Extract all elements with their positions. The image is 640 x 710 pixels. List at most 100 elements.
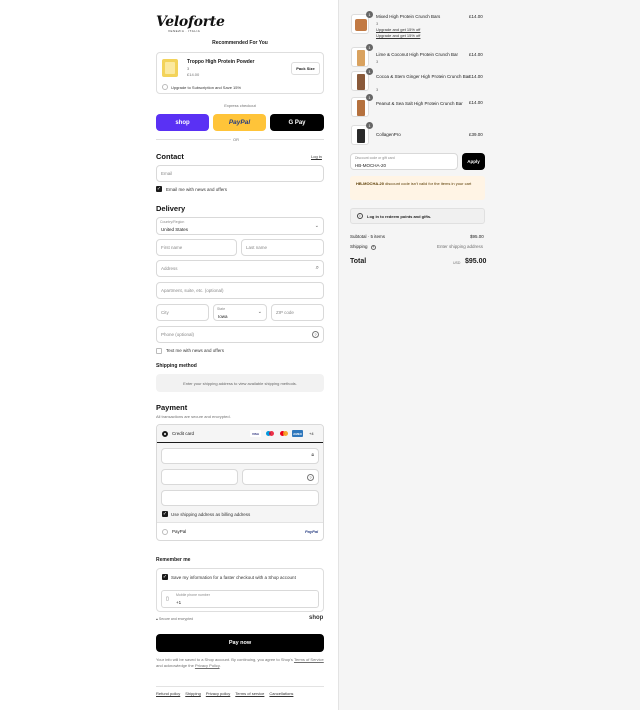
recommended-product-price: £14.00 [187, 72, 200, 77]
cart-item-price: £14.00 [469, 74, 483, 79]
secure-text: Secure and encrypted [158, 617, 194, 621]
card-fields-area: 🔒︎ ? [157, 443, 323, 507]
billing-address-row: ✓ Use shipping address as billing addres… [157, 507, 323, 523]
security-code-field[interactable]: ? [242, 469, 319, 485]
subscribe-checkbox[interactable] [162, 84, 168, 90]
cart-item-price: £39.00 [469, 132, 483, 137]
help-icon[interactable]: ? [307, 474, 314, 481]
paypal-logo: PayPal [305, 529, 319, 534]
pay-now-button[interactable]: Pay now [156, 634, 324, 652]
help-icon[interactable]: ? [370, 245, 376, 250]
terms-link[interactable]: Terms of Service [294, 657, 324, 662]
billing-same-label: Use shipping address as billing address [171, 512, 251, 517]
more-cards-badge: +4 [309, 431, 314, 436]
email-news-checkbox[interactable]: ✓ [156, 186, 162, 192]
privacy-policy-link[interactable]: Privacy policy [206, 691, 230, 696]
last-name-field[interactable]: Last name [241, 239, 324, 256]
billing-same-checkbox[interactable]: ✓ [162, 511, 168, 517]
text-news-checkbox[interactable] [156, 348, 162, 354]
shipping-label: Shipping ? [350, 244, 376, 250]
legal-intro: Your info will be saved to a Shop accoun… [156, 657, 293, 662]
divider [156, 139, 231, 140]
upgrade-link[interactable]: Upgrade and get 15% off [376, 27, 420, 32]
maestro-icon [264, 430, 275, 437]
cart-item-variant: 3 [376, 21, 379, 26]
cart-item-variant: 3 [376, 59, 379, 64]
shipping-method-heading: Shipping method [156, 363, 197, 369]
shipping-notice: Enter your shipping address to view avai… [156, 374, 324, 392]
email-field[interactable]: Email [156, 165, 324, 182]
mastercard-icon [278, 430, 289, 437]
cart-item-name: Mixed High Protein Crunch Bars [376, 14, 441, 19]
state-value: Iowa [218, 314, 228, 319]
checkout-form-panel: Veloforte VENEZIA · ITALIA Recommended F… [0, 0, 338, 710]
help-icon[interactable]: ? [312, 331, 319, 338]
shop-pay-button[interactable]: shop [156, 114, 209, 131]
address-placeholder: Address [161, 266, 178, 271]
credit-card-radio[interactable] [162, 431, 168, 437]
cancellations-link[interactable]: Cancellations [269, 691, 293, 696]
paypal-label: PayPal [172, 529, 187, 534]
info-icon: i [357, 213, 363, 219]
zip-field[interactable]: ZIP code [271, 304, 324, 321]
divider [249, 139, 324, 140]
total-label: Total [350, 258, 367, 265]
save-info-checkbox[interactable]: ✓ [162, 574, 168, 580]
delivery-heading: Delivery [156, 204, 186, 213]
privacy-link[interactable]: Privacy Policy [195, 663, 220, 668]
country-label: Country/Region [160, 220, 185, 224]
payment-options: Credit card VISA AMEX +4 🔒︎ ? ✓ Use ship… [156, 424, 324, 541]
login-points-banner[interactable]: i Log in to redeem points and gifts. [350, 208, 485, 224]
shipping-policy-link[interactable]: Shipping [185, 691, 201, 696]
mobile-phone-field[interactable]: ▯ Mobile phone number +1 [161, 590, 319, 608]
card-number-field[interactable]: 🔒︎ [161, 448, 319, 464]
recommended-product-card: Troppo High Protein Powder 3 £14.00 Pack… [156, 52, 324, 94]
phone-placeholder: Phone (optional) [161, 332, 195, 337]
brand-logo[interactable]: Veloforte [156, 14, 225, 30]
pack-size-button[interactable]: Pack Size [291, 62, 320, 75]
legal-text: Your info will be saved to a Shop accoun… [156, 657, 324, 668]
mobile-phone-label: Mobile phone number [176, 593, 210, 597]
refund-policy-link[interactable]: Refund policy [156, 691, 180, 696]
first-name-field[interactable]: First name [156, 239, 237, 256]
terms-of-service-link[interactable]: Terms of service [235, 691, 264, 696]
cart-item-name: Lime & Coconut High Protein Crunch Bar [376, 52, 459, 57]
remember-me-box: ✓ Save my information for a faster check… [156, 568, 324, 612]
discount-code-field[interactable]: Discount code or gift card HB-MOCHA-20 [350, 153, 458, 170]
discount-value: HB-MOCHA-20 [355, 163, 387, 168]
cart-item-qty-badge: 1 [366, 11, 373, 18]
amex-icon: AMEX [292, 430, 303, 437]
phone-field[interactable]: Phone (optional) ? [156, 326, 324, 343]
google-pay-button[interactable]: G Pay [270, 114, 324, 131]
currency-code: USD [453, 261, 461, 265]
shop-logo: shop [309, 615, 324, 621]
shipping-label-text: Shipping [350, 244, 368, 249]
cart-item-qty-badge: 1 [366, 122, 373, 129]
cart-item-qty-badge: 1 [366, 94, 373, 101]
city-field[interactable]: City [156, 304, 209, 321]
paypal-option[interactable]: PayPal PayPal [157, 523, 323, 540]
name-on-card-field[interactable] [161, 490, 319, 506]
expiry-field[interactable] [161, 469, 238, 485]
secure-label: 🔒︎ Secure and encrypted [156, 617, 193, 621]
address-field[interactable]: Address ⌕ [156, 260, 324, 277]
upgrade-link[interactable]: Upgrade and get 15% off [376, 33, 420, 38]
cart-item-qty-badge: 1 [366, 68, 373, 75]
subtotal-value: $95.00 [470, 234, 484, 239]
search-icon: ⌕ [315, 265, 319, 271]
credit-card-option[interactable]: Credit card VISA AMEX +4 [157, 425, 323, 443]
paypal-radio[interactable] [162, 529, 168, 535]
chevron-down-icon: ⌄ [314, 223, 319, 229]
cart-item-name-text: Cocoa & Stem Ginger High Protein Crunch … [376, 74, 470, 79]
login-points-text: Log in to redeem points and gifts. [367, 214, 432, 219]
recommended-product-qty: 3 [187, 66, 190, 71]
paypal-button[interactable]: PayPal [213, 114, 266, 131]
login-link[interactable]: Log in [311, 154, 322, 159]
credit-card-label: Credit card [172, 431, 195, 436]
cart-item-name: Peanut & Sea Salt High Protein Crunch Ba… [376, 101, 463, 106]
apply-button[interactable]: Apply [462, 153, 485, 170]
country-value: United States [161, 227, 189, 232]
error-text: discount code isn't valid for the items … [385, 181, 472, 186]
cart-item-variant: 3 [376, 87, 379, 92]
apartment-field[interactable]: Apartment, suite, etc. (optional) [156, 282, 324, 299]
